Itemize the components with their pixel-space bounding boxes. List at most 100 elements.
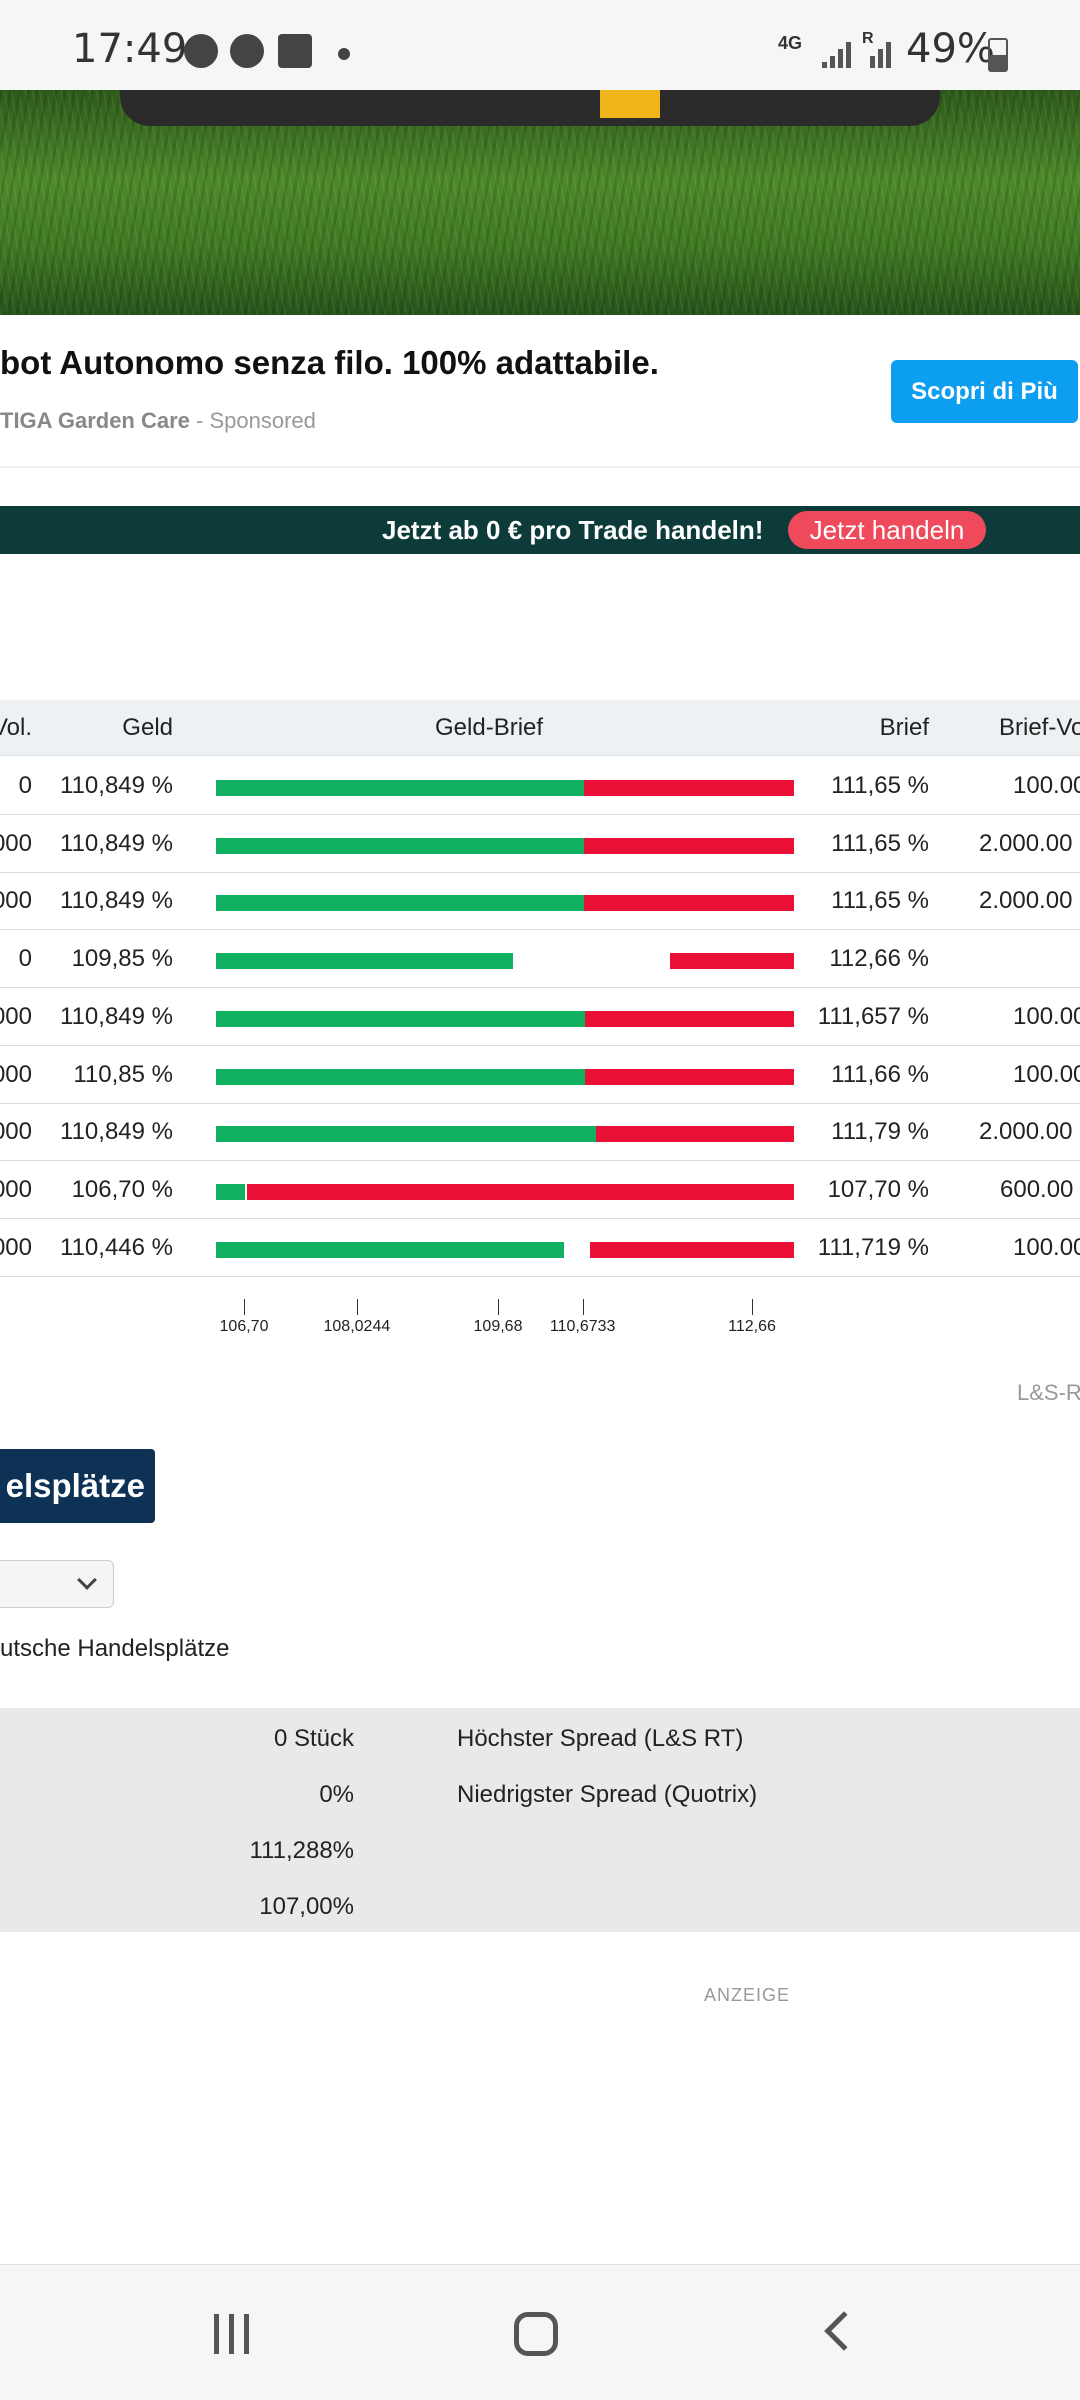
cell-brief-vol: 100.00	[1013, 1061, 1080, 1088]
cell-brief-vol: 100.00	[1013, 772, 1080, 799]
stat-volume: 0 Stück	[273, 1725, 354, 1752]
brief-bar	[583, 838, 794, 854]
cell-brief: 111,719 %	[817, 1234, 929, 1261]
brief-bar	[589, 1242, 794, 1258]
stat-low: 107,00%	[259, 1893, 354, 1920]
cell-brief: 111,65 %	[831, 830, 929, 857]
cell-brief: 111,65 %	[831, 772, 929, 799]
header-geld: Geld	[122, 714, 173, 741]
header-brief-vol: Brief-Vo	[999, 714, 1080, 741]
notification-dot-icon	[338, 48, 350, 60]
cell-brief-vol: 2.000.00	[979, 887, 1073, 914]
cell-brief-vol: 2.000.00	[979, 1118, 1073, 1145]
network-type: 4G	[778, 33, 803, 53]
brief-bar	[247, 1184, 794, 1200]
geld-bar	[216, 1184, 245, 1200]
axis-tick-label: 112,66	[728, 1318, 776, 1335]
cell-vol: 000	[0, 1176, 32, 1203]
header-vol: Vol.	[0, 714, 32, 741]
stat-change: 0%	[319, 1781, 354, 1808]
cell-geld: 110,849 %	[60, 1118, 173, 1145]
cell-brief-vol: 100.00	[1013, 1003, 1080, 1030]
handelsplaetze-heading: elsplätze	[0, 1449, 155, 1523]
cell-vol: 000	[0, 1061, 32, 1088]
cell-vol: 000	[0, 1118, 32, 1145]
navigation-bar	[0, 2264, 1080, 2400]
axis-tick-label: 108,0244	[323, 1318, 391, 1335]
table-row[interactable]: 0 110,849 % 111,65 % 100.00	[0, 757, 1080, 815]
cell-brief: 111,79 %	[831, 1118, 929, 1145]
brief-bar	[584, 1011, 794, 1027]
status-time: 17:49	[72, 26, 188, 72]
signal-icon	[822, 40, 856, 68]
table-row[interactable]: 000 110,849 % 111,657 % 100.00	[0, 988, 1080, 1046]
geld-bar	[216, 953, 514, 969]
trade-banner[interactable]: Jetzt ab 0 € pro Trade handeln! Jetzt ha…	[0, 506, 1080, 554]
table-row[interactable]: 0 109,85 % 112,66 %	[0, 930, 1080, 988]
status-bar: 17:49 4G R 49%	[0, 0, 1080, 90]
axis-tick-label: 110,6733	[549, 1318, 616, 1335]
back-icon[interactable]	[824, 2311, 864, 2351]
cell-geld: 109,85 %	[71, 945, 173, 972]
stats-box: 0 Stück 0% 111,288% 107,00% Höchster Spr…	[0, 1708, 1080, 1932]
table-row[interactable]: 000 110,85 % 111,66 % 100.00	[0, 1046, 1080, 1104]
ad-label: ANZEIGE	[704, 1985, 791, 2005]
gallery-icon	[278, 34, 312, 68]
source-note: L&S-R	[1017, 1380, 1080, 1405]
recents-icon[interactable]	[212, 2314, 252, 2354]
trade-now-button[interactable]: Jetzt handeln	[788, 511, 986, 549]
header-geld-brief: Geld-Brief	[435, 714, 544, 741]
mower-accent	[600, 90, 660, 118]
cell-brief-vol: 2.000.00	[979, 830, 1073, 857]
cell-vol: 0	[18, 772, 32, 799]
cell-geld: 106,70 %	[71, 1176, 173, 1203]
ad-source: TIGA Garden Care - Sponsored	[0, 408, 316, 434]
cell-brief: 111,65 %	[831, 887, 929, 914]
cell-brief: 107,70 %	[827, 1176, 929, 1203]
chrome-icon	[230, 34, 264, 68]
geld-bar	[216, 780, 599, 796]
table-row[interactable]: 000 110,849 % 111,65 % 2.000.00	[0, 872, 1080, 930]
geld-bar	[216, 838, 599, 854]
table-row[interactable]: 000 110,849 % 111,79 % 2.000.00	[0, 1103, 1080, 1161]
geld-bar	[216, 1069, 599, 1085]
cell-geld: 110,849 %	[60, 772, 173, 799]
ad-title[interactable]: bot Autonomo senza filo. 100% adattabile…	[0, 344, 659, 382]
handelsplaetze-subtitle: utsche Handelsplätze	[0, 1635, 230, 1662]
stat-label-highest-spread: Höchster Spread (L&S RT)	[457, 1725, 744, 1752]
table-row[interactable]: 000 110,849 % 111,65 % 2.000.00	[0, 815, 1080, 873]
brief-bar	[584, 1069, 794, 1085]
mower-image	[120, 90, 940, 126]
cell-geld: 110,446 %	[60, 1234, 173, 1261]
ad-sponsored-label: - Sponsored	[189, 408, 316, 433]
ad-cta-button[interactable]: Scopri di Più	[891, 360, 1078, 423]
cell-vol: 000	[0, 1003, 32, 1030]
stat-high: 111,288%	[249, 1837, 354, 1864]
ad-brand: TIGA Garden Care	[0, 408, 190, 433]
trade-banner-text: Jetzt ab 0 € pro Trade handeln!	[382, 515, 764, 545]
cell-geld: 110,849 %	[60, 1003, 173, 1030]
axis-tick	[244, 1299, 245, 1315]
cell-vol: 000	[0, 830, 32, 857]
exchange-select[interactable]	[0, 1560, 114, 1608]
axis-tick-label: 109,68	[473, 1318, 523, 1335]
signal-roaming-icon	[862, 40, 892, 68]
cell-vol: 0	[18, 945, 32, 972]
axis-tick	[582, 1299, 584, 1315]
stat-label-lowest-spread: Niedrigster Spread (Quotrix)	[457, 1781, 758, 1808]
battery-percentage: 49%	[906, 26, 995, 72]
brief-bar	[595, 1126, 794, 1142]
brief-bar	[670, 953, 794, 969]
home-icon[interactable]	[514, 2312, 558, 2356]
axis-tick	[752, 1299, 753, 1315]
cell-geld: 110,849 %	[60, 887, 173, 914]
cell-brief: 111,657 %	[817, 1003, 929, 1030]
cell-brief: 111,66 %	[831, 1061, 929, 1088]
table-row[interactable]: 000 106,70 % 107,70 % 600.00	[0, 1161, 1080, 1219]
table-row[interactable]: 000 110,446 % 111,719 % 100.00	[0, 1219, 1080, 1277]
table-header: Vol. Geld Geld-Brief Brief Brief-Vo	[0, 700, 1080, 756]
brief-bar	[583, 895, 794, 911]
cell-vol: 000	[0, 1234, 32, 1261]
cell-brief-vol: 600.00	[1000, 1176, 1074, 1203]
cell-geld: 110,85 %	[73, 1061, 173, 1088]
